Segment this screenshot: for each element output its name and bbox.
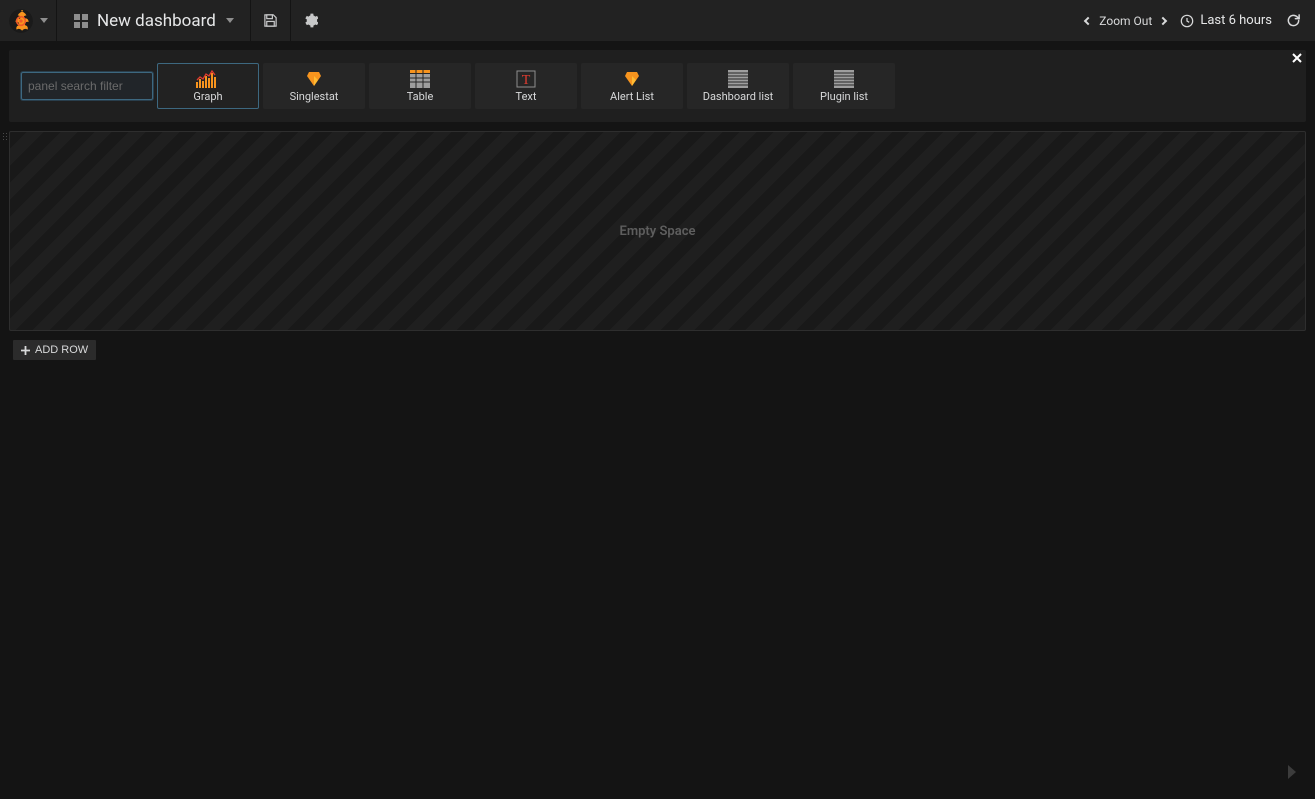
tile-label: Text: [516, 91, 537, 102]
singlestat-icon: [303, 70, 325, 88]
panel-tile-alertlist[interactable]: Alert List: [581, 63, 683, 109]
help-corner-button[interactable]: [1285, 765, 1299, 783]
clock-icon: [1180, 14, 1194, 28]
time-forward-button[interactable]: [1160, 18, 1166, 24]
panel-tile-graph[interactable]: Graph: [157, 63, 259, 109]
empty-space-panel[interactable]: Empty Space: [9, 131, 1306, 331]
row-drag-handle[interactable]: [0, 131, 9, 331]
time-range-picker[interactable]: Last 6 hours: [1180, 13, 1272, 28]
dashboard-title-dropdown[interactable]: New dashboard: [57, 0, 251, 41]
dashboard-grid-icon: [73, 13, 89, 29]
dashboardlist-icon: [728, 70, 748, 88]
keyboard-shortcut-icon: [1285, 765, 1299, 779]
zoom-out-button[interactable]: Zoom Out: [1099, 14, 1152, 28]
save-icon: [263, 13, 278, 28]
panel-tile-singlestat[interactable]: Singlestat: [263, 63, 365, 109]
panel-tile-dashboardlist[interactable]: Dashboard list: [687, 63, 789, 109]
navbar-left: New dashboard: [0, 0, 330, 41]
navbar-right: Zoom Out Last 6 hours: [1085, 0, 1315, 41]
drag-handle-dots-icon: [3, 133, 7, 140]
text-icon: T: [516, 70, 536, 88]
tile-label: Alert List: [610, 91, 654, 102]
panel-type-picker: Graph Singlestat Table: [9, 50, 1306, 122]
tile-label: Dashboard list: [703, 91, 774, 102]
caret-down-icon: [40, 18, 48, 23]
refresh-button[interactable]: [1286, 13, 1301, 28]
gear-icon: [303, 13, 318, 28]
pluginlist-icon: [834, 70, 854, 88]
add-row-button[interactable]: ADD ROW: [13, 340, 96, 360]
time-nav-group: Zoom Out: [1085, 14, 1166, 28]
grafana-logo-menu[interactable]: [0, 0, 57, 41]
alertlist-icon: [621, 70, 643, 88]
caret-down-icon: [226, 18, 234, 23]
tile-label: Singlestat: [290, 91, 339, 102]
plus-icon: [21, 346, 30, 355]
dashboard-row: Empty Space: [9, 131, 1306, 331]
tile-label: Plugin list: [820, 91, 868, 102]
time-range-label: Last 6 hours: [1200, 13, 1272, 28]
refresh-icon: [1286, 13, 1301, 28]
save-button[interactable]: [251, 0, 291, 41]
settings-button[interactable]: [291, 0, 330, 41]
grafana-logo-icon: [8, 8, 34, 34]
close-icon: [1292, 53, 1302, 63]
panel-tile-table[interactable]: Table: [369, 63, 471, 109]
add-row-label: ADD ROW: [35, 344, 88, 356]
graph-icon: [195, 70, 221, 88]
panel-search-input[interactable]: [28, 79, 146, 93]
close-picker-button[interactable]: [1292, 51, 1302, 66]
top-navbar: New dashboard Zoom Out: [0, 0, 1315, 41]
panel-tile-pluginlist[interactable]: Plugin list: [793, 63, 895, 109]
time-back-button[interactable]: [1085, 18, 1091, 24]
empty-space-label: Empty Space: [620, 224, 696, 239]
dashboard-title-text: New dashboard: [97, 11, 216, 31]
panel-search-wrap[interactable]: [21, 72, 153, 100]
tile-label: Graph: [193, 91, 222, 102]
svg-text:T: T: [522, 73, 531, 88]
table-icon: [410, 70, 430, 88]
panel-tile-text[interactable]: T Text: [475, 63, 577, 109]
tile-label: Table: [407, 91, 434, 102]
